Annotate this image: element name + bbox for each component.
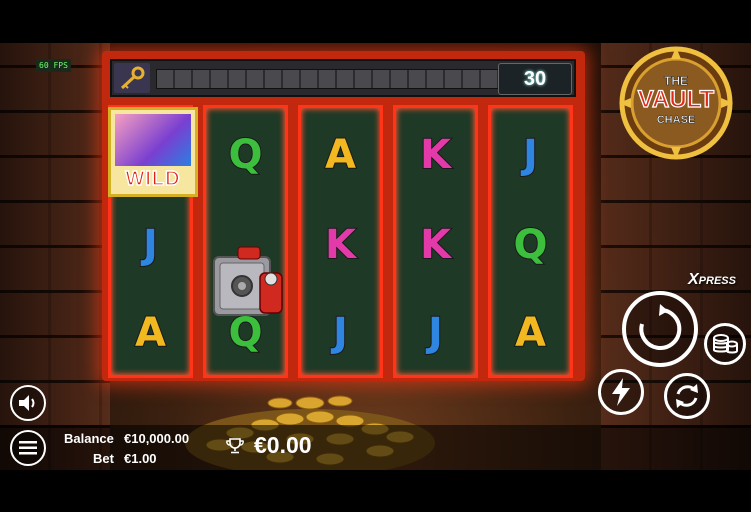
key-progress-track: [156, 69, 504, 89]
reel-2: Q Q: [203, 105, 288, 378]
balance-label: Balance: [64, 431, 114, 446]
key-progress-bar: 30: [110, 59, 576, 97]
symbol-a: A: [134, 309, 167, 356]
symbol-j: J: [427, 309, 444, 356]
reel-cell: A: [111, 288, 190, 377]
safe-icon: [213, 246, 283, 316]
trophy-icon: [226, 438, 244, 454]
logo-line3: CHASE: [657, 114, 696, 126]
spin-icon: [639, 304, 682, 350]
spins-counter: 30: [498, 63, 572, 95]
game-stage: 60 FPS 30 J A Q Q A K J K K J J Q A WILD…: [0, 43, 751, 470]
fps-counter: 60 FPS: [36, 59, 71, 72]
bet-label: Bet: [93, 451, 114, 466]
coin-stack-icon: [713, 334, 738, 354]
lightning-icon: [612, 378, 630, 406]
xpress-x: X: [688, 271, 699, 288]
bet-coins-button[interactable]: [704, 323, 746, 365]
balance-value: €10,000.00: [124, 431, 190, 446]
symbol-j: J: [522, 131, 539, 178]
autoplay-icon: [676, 384, 698, 408]
symbol-a: A: [324, 131, 357, 178]
wild-label: WILD: [125, 167, 181, 191]
reel-cell: K: [396, 110, 475, 199]
reel-cell: J: [301, 288, 380, 377]
reel-cell: Q: [206, 110, 285, 199]
symbol-q: Q: [512, 221, 548, 268]
game-logo: THE VAULT CHASE: [619, 46, 733, 160]
xpress-label[interactable]: XPRESS: [688, 271, 736, 289]
key-icon: [114, 63, 150, 93]
symbol-a: A: [514, 309, 547, 356]
symbol-k: K: [419, 131, 452, 178]
menu-icon: [19, 441, 37, 455]
sound-icon: [19, 395, 35, 411]
reel-cell: Q: [491, 200, 570, 289]
bet-value: €1.00: [124, 451, 157, 466]
symbol-q: Q: [227, 131, 263, 178]
reel-cell: A: [491, 288, 570, 377]
reel-3: A K J: [298, 105, 383, 378]
reel-5: J Q A: [488, 105, 573, 378]
symbol-j: J: [142, 221, 159, 268]
symbol-k: K: [419, 221, 452, 268]
reel-cell: K: [301, 200, 380, 289]
symbol-j: J: [332, 309, 349, 356]
reel-4: K K J: [393, 105, 478, 378]
xpress-rest: PRESS: [698, 275, 736, 287]
turbo-button[interactable]: [598, 369, 644, 415]
autoplay-button[interactable]: [664, 373, 710, 419]
symbol-k: K: [324, 221, 357, 268]
reel-cell: J: [396, 288, 475, 377]
gems-icon: [115, 114, 191, 166]
wild-symbol: WILD: [108, 107, 198, 197]
menu-button[interactable]: [10, 430, 46, 466]
reel-cell: J: [111, 200, 190, 289]
reel-cell: J: [491, 110, 570, 199]
reel-cell: K: [396, 200, 475, 289]
spin-button[interactable]: [622, 291, 698, 367]
sound-button[interactable]: [10, 385, 46, 421]
logo-line2: VAULT: [638, 86, 715, 113]
win-amount: €0.00: [254, 432, 312, 458]
reel-cell: A: [301, 110, 380, 199]
